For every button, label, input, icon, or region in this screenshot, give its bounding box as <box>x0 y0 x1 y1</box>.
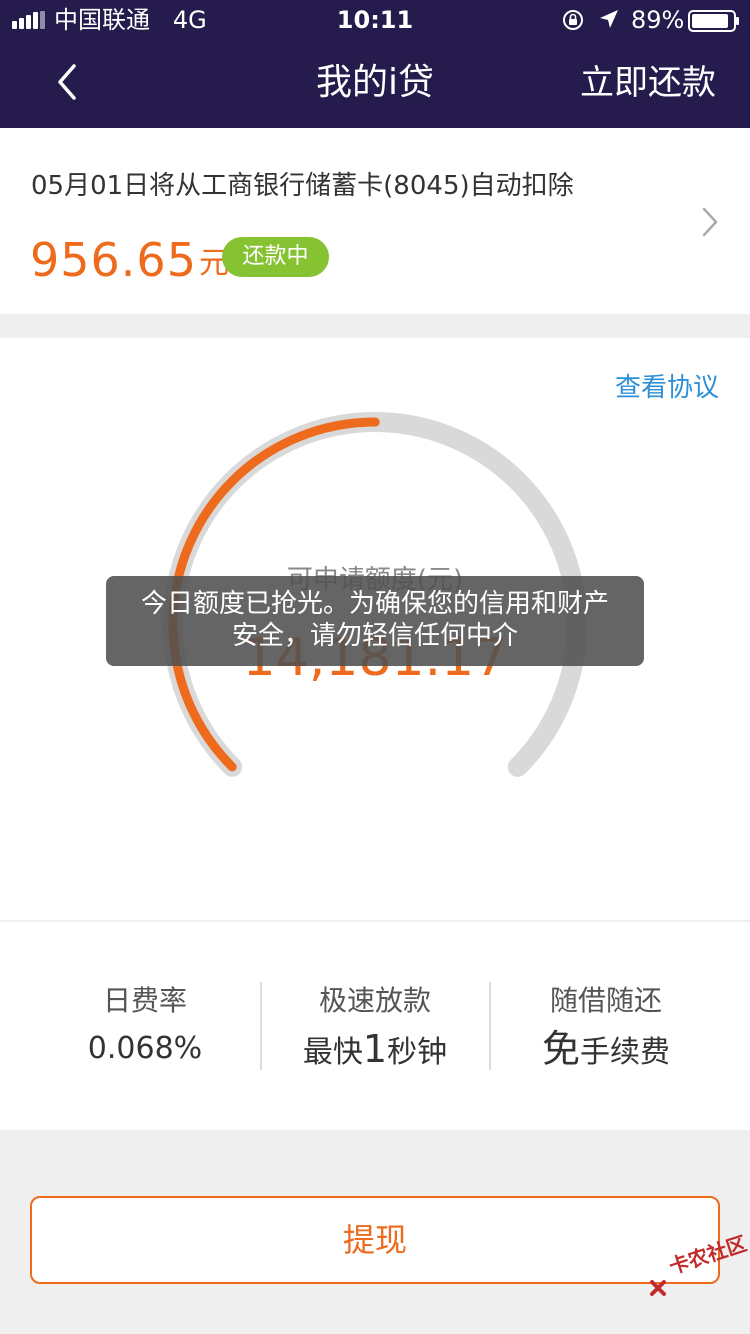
location-arrow-icon <box>600 10 618 28</box>
feature-flexible-repay: 随借随还 免手续费 <box>481 982 731 1078</box>
feature-value-suffix: 手续费 <box>580 1035 670 1070</box>
feature-value-suffix: 秒钟 <box>387 1035 448 1070</box>
view-agreement-link[interactable]: 查看协议 <box>615 370 719 406</box>
feature-value: 0.068% <box>87 1031 203 1066</box>
toast-message: 今日额度已抢光。为确保您的信用和财产 安全，请勿轻信任何中介 <box>106 576 644 666</box>
feature-title: 日费率 <box>102 984 187 1017</box>
feature-title: 随借随还 <box>549 984 662 1017</box>
status-bar: 中国联通 4G 10:11 89% <box>0 0 750 40</box>
repayment-notice: 05月01日将从工商银行储蓄卡(8045)自动扣除 <box>31 171 574 201</box>
repayment-card[interactable]: 05月01日将从工商银行储蓄卡(8045)自动扣除 956.65 元 还款中 <box>0 128 750 314</box>
rotation-lock-icon <box>563 10 583 30</box>
feature-value: 免手续费 <box>481 1024 731 1078</box>
battery-percent: 89% <box>631 6 685 34</box>
battery-icon <box>688 10 739 32</box>
toast-line-1: 今日额度已抢光。为确保您的信用和财产 <box>140 589 609 619</box>
feature-value-emphasis: 1 <box>362 1027 388 1071</box>
top-bar: 中国联通 4G 10:11 89% 我的i贷 立即还款 <box>0 0 750 128</box>
features-section: 日费率 0.068% 极速放款 最快1秒钟 随借随还 免手续费 <box>0 922 750 1130</box>
feature-title: 极速放款 <box>318 984 431 1017</box>
status-badge: 还款中 <box>222 237 329 277</box>
repayment-amount-row: 956.65 元 <box>30 228 229 292</box>
feature-value-prefix: 最快 <box>302 1035 363 1070</box>
feature-value: 最快1秒钟 <box>250 1024 500 1078</box>
feature-daily-rate: 日费率 0.068% <box>20 982 270 1074</box>
withdraw-button[interactable]: 提现 <box>30 1196 720 1284</box>
chevron-right-icon[interactable] <box>700 206 720 238</box>
feature-fast-loan: 极速放款 最快1秒钟 <box>250 982 500 1078</box>
repay-now-button[interactable]: 立即还款 <box>580 56 716 110</box>
repayment-amount: 956.65 <box>30 233 197 287</box>
toast-line-2: 安全，请勿轻信任何中介 <box>231 621 518 651</box>
feature-value-emphasis: 免 <box>541 1027 580 1071</box>
